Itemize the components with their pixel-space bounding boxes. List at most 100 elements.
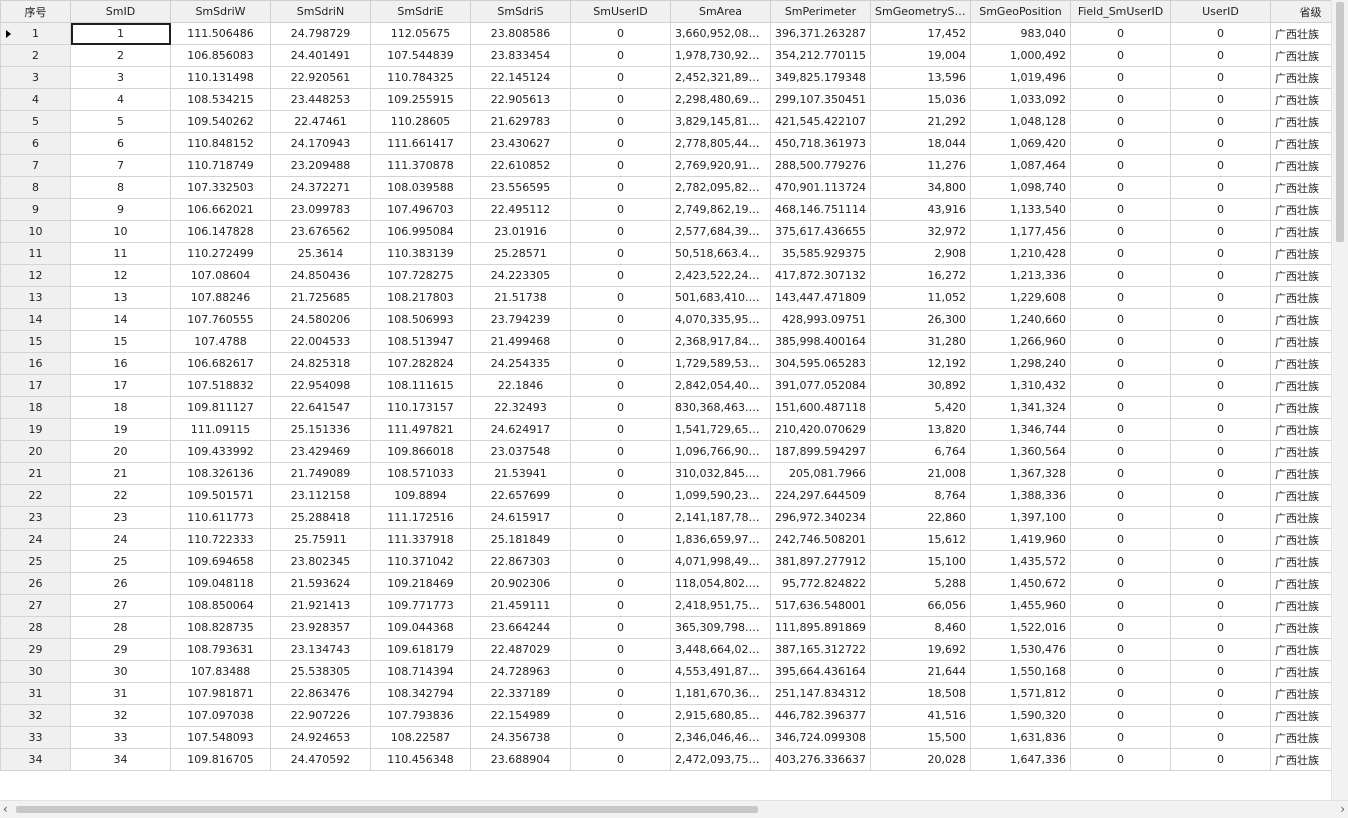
cell-province[interactable]: 广西壮族	[1270, 418, 1332, 441]
cell-smid[interactable]: 20	[70, 440, 171, 463]
cell-smsdrie[interactable]: 109.255915	[370, 88, 471, 111]
row-header[interactable]: 4	[0, 88, 71, 111]
cell-smsdriw[interactable]: 111.09115	[170, 418, 271, 441]
cell-smgeometrysize[interactable]: 30,892	[870, 374, 971, 397]
cell-smuserid[interactable]: 0	[570, 176, 671, 199]
cell-field-smuserid[interactable]: 0	[1070, 550, 1171, 573]
cell-smuserid[interactable]: 0	[570, 22, 671, 45]
cell-smgeoposition[interactable]: 1,310,432	[970, 374, 1071, 397]
cell-userid[interactable]: 0	[1170, 264, 1271, 287]
cell-smuserid[interactable]: 0	[570, 110, 671, 133]
cell-province[interactable]: 广西壮族	[1270, 154, 1332, 177]
cell-smid[interactable]: 14	[70, 308, 171, 331]
row-header[interactable]: 8	[0, 176, 71, 199]
cell-smgeometrysize[interactable]: 43,916	[870, 198, 971, 221]
cell-smgeometrysize[interactable]: 21,644	[870, 660, 971, 683]
cell-smsdrie[interactable]: 111.370878	[370, 154, 471, 177]
cell-smgeoposition[interactable]: 1,048,128	[970, 110, 1071, 133]
cell-smperimeter[interactable]: 468,146.751114	[770, 198, 871, 221]
horizontal-scrollbar[interactable]: ‹ ›	[0, 800, 1348, 818]
cell-smgeometrysize[interactable]: 66,056	[870, 594, 971, 617]
table-row[interactable]: 2 2 106.856083 24.401491 107.544839 23.833454…	[0, 44, 1332, 67]
table-row[interactable]: 3 3 110.131498 22.920561 110.784325 22.145124…	[0, 66, 1332, 89]
cell-smuserid[interactable]: 0	[570, 352, 671, 375]
cell-smsdris[interactable]: 24.254335	[470, 352, 571, 375]
cell-smgeometrysize[interactable]: 18,044	[870, 132, 971, 155]
cell-smuserid[interactable]: 0	[570, 132, 671, 155]
cell-smsdris[interactable]: 21.459111	[470, 594, 571, 617]
cell-smperimeter[interactable]: 396,371.263287	[770, 22, 871, 45]
cell-smsdriw[interactable]: 109.540262	[170, 110, 271, 133]
cell-smsdrin[interactable]: 21.593624	[270, 572, 371, 595]
cell-smsdris[interactable]: 22.487029	[470, 638, 571, 661]
column-header-smgeoposition[interactable]: SmGeoPosition	[970, 0, 1071, 23]
cell-smgeometrysize[interactable]: 26,300	[870, 308, 971, 331]
cell-smsdriw[interactable]: 107.88246	[170, 286, 271, 309]
cell-smsdrin[interactable]: 24.401491	[270, 44, 371, 67]
cell-smsdris[interactable]: 23.037548	[470, 440, 571, 463]
cell-smgeometrysize[interactable]: 15,036	[870, 88, 971, 111]
cell-userid[interactable]: 0	[1170, 154, 1271, 177]
cell-smsdriw[interactable]: 110.718749	[170, 154, 271, 177]
cell-smgeoposition[interactable]: 1,367,328	[970, 462, 1071, 485]
cell-smsdrie[interactable]: 111.661417	[370, 132, 471, 155]
vertical-scrollbar[interactable]	[1331, 0, 1348, 800]
cell-field-smuserid[interactable]: 0	[1070, 616, 1171, 639]
cell-smarea[interactable]: 1,096,766,908....	[670, 440, 771, 463]
cell-smsdrin[interactable]: 23.112158	[270, 484, 371, 507]
cell-smsdrin[interactable]: 25.538305	[270, 660, 371, 683]
cell-smsdrin[interactable]: 23.676562	[270, 220, 371, 243]
table-row[interactable]: 30 30 107.83488 25.538305 108.714394 24.72896…	[0, 660, 1332, 683]
cell-smsdriw[interactable]: 111.506486	[170, 22, 271, 45]
cell-userid[interactable]: 0	[1170, 88, 1271, 111]
table-row[interactable]: 8 8 107.332503 24.372271 108.039588 23.556595…	[0, 176, 1332, 199]
cell-smid[interactable]: 4	[70, 88, 171, 111]
cell-smsdrin[interactable]: 22.863476	[270, 682, 371, 705]
cell-smarea[interactable]: 2,778,805,444....	[670, 132, 771, 155]
cell-smperimeter[interactable]: 387,165.312722	[770, 638, 871, 661]
cell-province[interactable]: 广西壮族	[1270, 616, 1332, 639]
cell-smsdris[interactable]: 23.688904	[470, 748, 571, 771]
cell-smsdrin[interactable]: 24.798729	[270, 22, 371, 45]
cell-smsdris[interactable]: 22.154989	[470, 704, 571, 727]
row-header[interactable]: 20	[0, 440, 71, 463]
column-header-smuserid[interactable]: SmUserID	[570, 0, 671, 23]
cell-smid[interactable]: 21	[70, 462, 171, 485]
cell-smarea[interactable]: 2,298,480,693....	[670, 88, 771, 111]
cell-smperimeter[interactable]: 35,585.929375	[770, 242, 871, 265]
cell-smsdrie[interactable]: 110.28605	[370, 110, 471, 133]
cell-smsdriw[interactable]: 108.850064	[170, 594, 271, 617]
table-row[interactable]: 10 10 106.147828 23.676562 106.995084 23.0191…	[0, 220, 1332, 243]
cell-province[interactable]: 广西壮族	[1270, 110, 1332, 133]
cell-smsdrin[interactable]: 24.924653	[270, 726, 371, 749]
cell-smgeoposition[interactable]: 1,530,476	[970, 638, 1071, 661]
cell-userid[interactable]: 0	[1170, 330, 1271, 353]
cell-smsdriw[interactable]: 107.332503	[170, 176, 271, 199]
cell-smgeoposition[interactable]: 1,571,812	[970, 682, 1071, 705]
cell-smid[interactable]: 5	[70, 110, 171, 133]
cell-smid[interactable]: 9	[70, 198, 171, 221]
cell-smperimeter[interactable]: 421,545.422107	[770, 110, 871, 133]
cell-field-smuserid[interactable]: 0	[1070, 88, 1171, 111]
cell-smsdrin[interactable]: 22.004533	[270, 330, 371, 353]
cell-smuserid[interactable]: 0	[570, 88, 671, 111]
cell-smsdrie[interactable]: 110.456348	[370, 748, 471, 771]
row-header[interactable]: 23	[0, 506, 71, 529]
cell-smgeoposition[interactable]: 1,419,960	[970, 528, 1071, 551]
row-header[interactable]: 3	[0, 66, 71, 89]
cell-smsdrin[interactable]: 24.470592	[270, 748, 371, 771]
cell-smarea[interactable]: 310,032,845.10...	[670, 462, 771, 485]
table-row[interactable]: 21 21 108.326136 21.749089 108.571033 21.5394…	[0, 462, 1332, 485]
cell-userid[interactable]: 0	[1170, 176, 1271, 199]
horizontal-scroll-thumb[interactable]	[16, 806, 758, 813]
cell-userid[interactable]: 0	[1170, 110, 1271, 133]
cell-smid[interactable]: 3	[70, 66, 171, 89]
cell-smuserid[interactable]: 0	[570, 616, 671, 639]
cell-smperimeter[interactable]: 470,901.113724	[770, 176, 871, 199]
cell-userid[interactable]: 0	[1170, 220, 1271, 243]
row-header[interactable]: 13	[0, 286, 71, 309]
cell-userid[interactable]: 0	[1170, 44, 1271, 67]
row-header[interactable]: 1	[0, 22, 71, 45]
cell-smuserid[interactable]: 0	[570, 506, 671, 529]
cell-field-smuserid[interactable]: 0	[1070, 440, 1171, 463]
